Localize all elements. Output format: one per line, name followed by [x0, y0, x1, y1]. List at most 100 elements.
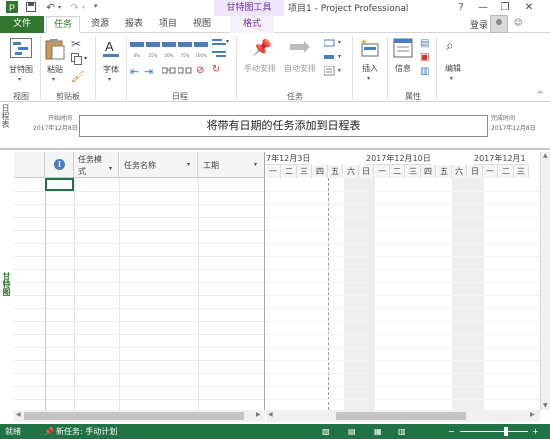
chevron-down-icon[interactable]: ▾	[109, 165, 112, 172]
redo-dropdown-icon[interactable]: ▾	[82, 4, 85, 11]
percent-complete-25-icon[interactable]: 25%	[146, 40, 160, 58]
format-painter-icon[interactable]: 🖌	[71, 70, 85, 83]
column-header-task-name[interactable]: 任务名称 ▾	[119, 152, 198, 178]
add-to-timeline-icon[interactable]: ▥	[420, 66, 429, 77]
insert-button[interactable]: ✦ 插入 ▾	[355, 36, 385, 86]
edit-label: 编辑	[445, 64, 461, 73]
view-shortcut-gantt-icon[interactable]: ▤	[348, 424, 356, 439]
tab-task[interactable]: 任务	[46, 16, 80, 33]
zoom-in-button[interactable]: +	[532, 424, 539, 439]
percent-complete-50-icon[interactable]: 50%	[162, 40, 176, 58]
zoom-slider-thumb[interactable]	[504, 427, 508, 436]
binoculars-icon: ⌕	[446, 38, 454, 54]
mode-icon[interactable]	[323, 65, 336, 79]
column-header-task-mode[interactable]: 任务模 式 ▾	[74, 152, 119, 178]
gantt-horizontal-scrollbar[interactable]: ◀ ▶	[266, 410, 540, 422]
vertical-scrollbar[interactable]: ▲ ▼	[540, 152, 550, 410]
chevron-down-icon[interactable]: ▾	[84, 55, 87, 62]
avatar[interactable]	[490, 15, 508, 33]
group-label-tasks: 任务	[287, 92, 303, 101]
chevron-down-icon[interactable]: ▾	[338, 67, 341, 74]
gantt-chart-button[interactable]: 甘特图 ▾	[4, 36, 38, 86]
help-button[interactable]: ?	[452, 0, 470, 16]
chevron-down-icon[interactable]: ▾	[338, 39, 341, 46]
chevron-down-icon[interactable]: ▾	[226, 38, 229, 45]
undo-dropdown-icon[interactable]: ▾	[58, 4, 61, 11]
update-task-icon[interactable]: ↻	[212, 64, 220, 75]
percent-complete-0-icon[interactable]: 0%	[130, 40, 144, 58]
customize-qat-icon[interactable]: ▾	[94, 2, 98, 10]
new-tasks-mode[interactable]: 新任务: 手动计划	[56, 424, 117, 439]
cut-icon[interactable]: ✂	[71, 37, 81, 51]
inactivate-icon[interactable]: ⊘	[196, 65, 204, 76]
gantt-row-line	[266, 373, 540, 374]
chevron-down-icon[interactable]: ▾	[338, 53, 341, 60]
timescale-day-label: 二	[390, 165, 405, 178]
chevron-down-icon[interactable]: ▾	[254, 161, 257, 168]
timeline-splitter[interactable]	[0, 148, 550, 150]
tab-project[interactable]: 项目	[152, 16, 184, 33]
gantt-scroll-thumb[interactable]	[336, 412, 466, 420]
column-header-task-mode-label-2: 式	[78, 167, 86, 176]
chevron-down-icon[interactable]: ▾	[187, 161, 190, 168]
tab-resource[interactable]: 资源	[84, 16, 116, 33]
respect-links-icon[interactable]	[212, 50, 228, 63]
redo-icon[interactable]: ↷	[70, 1, 79, 14]
close-button[interactable]: ✕	[520, 0, 538, 16]
grid-scroll-thumb[interactable]	[24, 412, 244, 420]
notes-icon[interactable]: ▤	[420, 38, 429, 49]
details-icon[interactable]: ▣	[420, 52, 429, 63]
indent-icon[interactable]: ⇥	[144, 65, 153, 78]
link-tasks-icon[interactable]	[161, 66, 176, 79]
scroll-left-icon[interactable]: ◀	[16, 411, 21, 418]
svg-text:P: P	[9, 3, 15, 13]
scroll-right-icon[interactable]: ▶	[256, 411, 261, 418]
paste-button[interactable]: 粘贴 ▾	[42, 36, 68, 86]
scroll-up-icon[interactable]: ▲	[543, 152, 548, 159]
scroll-down-icon[interactable]: ▼	[543, 402, 548, 409]
info-button[interactable]: 信息	[390, 36, 416, 86]
login-link[interactable]: 登录	[470, 18, 488, 31]
grid-horizontal-scrollbar[interactable]: ◀ ▶	[14, 410, 265, 422]
view-shortcut-resource-icon[interactable]: ▥	[398, 424, 406, 439]
font-button[interactable]: A 字体 ▾	[98, 36, 124, 86]
tab-view[interactable]: 视图	[186, 16, 218, 33]
smile-feedback-icon[interactable]: ☺	[514, 18, 522, 27]
percent-complete-75-icon[interactable]: 75%	[178, 40, 192, 58]
edit-button[interactable]: ⌕ 编辑 ▾	[440, 36, 466, 86]
timeline-end-date: 2017年12月8日	[491, 125, 536, 132]
collapse-ribbon-icon[interactable]: ^	[537, 90, 544, 99]
save-icon[interactable]	[26, 2, 36, 15]
outdent-icon[interactable]: ⇤	[130, 65, 139, 78]
undo-icon[interactable]: ↶	[46, 1, 55, 14]
active-cell[interactable]	[45, 178, 74, 191]
timeline-bar[interactable]: 将带有日期的任务添加到日程表	[79, 115, 488, 137]
scroll-right-icon[interactable]: ▶	[530, 411, 535, 418]
tab-report[interactable]: 报表	[118, 16, 150, 33]
select-all-corner[interactable]	[14, 152, 45, 178]
zoom-slider-track[interactable]	[460, 431, 528, 432]
tab-format[interactable]: 格式	[230, 16, 274, 33]
copy-icon[interactable]	[71, 53, 83, 68]
svg-text:A: A	[105, 39, 114, 54]
gantt-chart-area[interactable]: 7年12月3日 2017年12月10日 2017年12月1 一二三四五六日一二三四五六…	[266, 152, 540, 410]
move-icon[interactable]	[324, 52, 336, 65]
indicators-column-header[interactable]: i	[45, 152, 74, 178]
tab-file[interactable]: 文件	[0, 16, 44, 33]
view-shortcut-team-planner-icon[interactable]: ▦	[374, 424, 382, 439]
pin-icon: 📌	[252, 38, 272, 57]
restore-button[interactable]: ❐	[496, 0, 514, 16]
timescale-day-label: 四	[313, 165, 328, 178]
auto-schedule-button[interactable]: 自动安排	[280, 36, 320, 86]
column-header-duration[interactable]: 工期 ▾	[198, 152, 264, 178]
zoom-out-button[interactable]: −	[448, 424, 455, 439]
view-shortcut-task-usage-icon[interactable]: ▧	[322, 424, 330, 439]
scroll-left-icon[interactable]: ◀	[268, 411, 273, 418]
timescale-day-label: 三	[514, 165, 529, 178]
inspect-icon[interactable]	[323, 38, 336, 51]
minimize-button[interactable]: —	[474, 0, 492, 16]
manual-schedule-button[interactable]: 📌 手动安排	[240, 36, 280, 86]
unlink-tasks-icon[interactable]	[177, 66, 192, 79]
chevron-down-icon: ▾	[450, 75, 454, 82]
percent-complete-100-icon[interactable]: 100%	[194, 40, 208, 58]
